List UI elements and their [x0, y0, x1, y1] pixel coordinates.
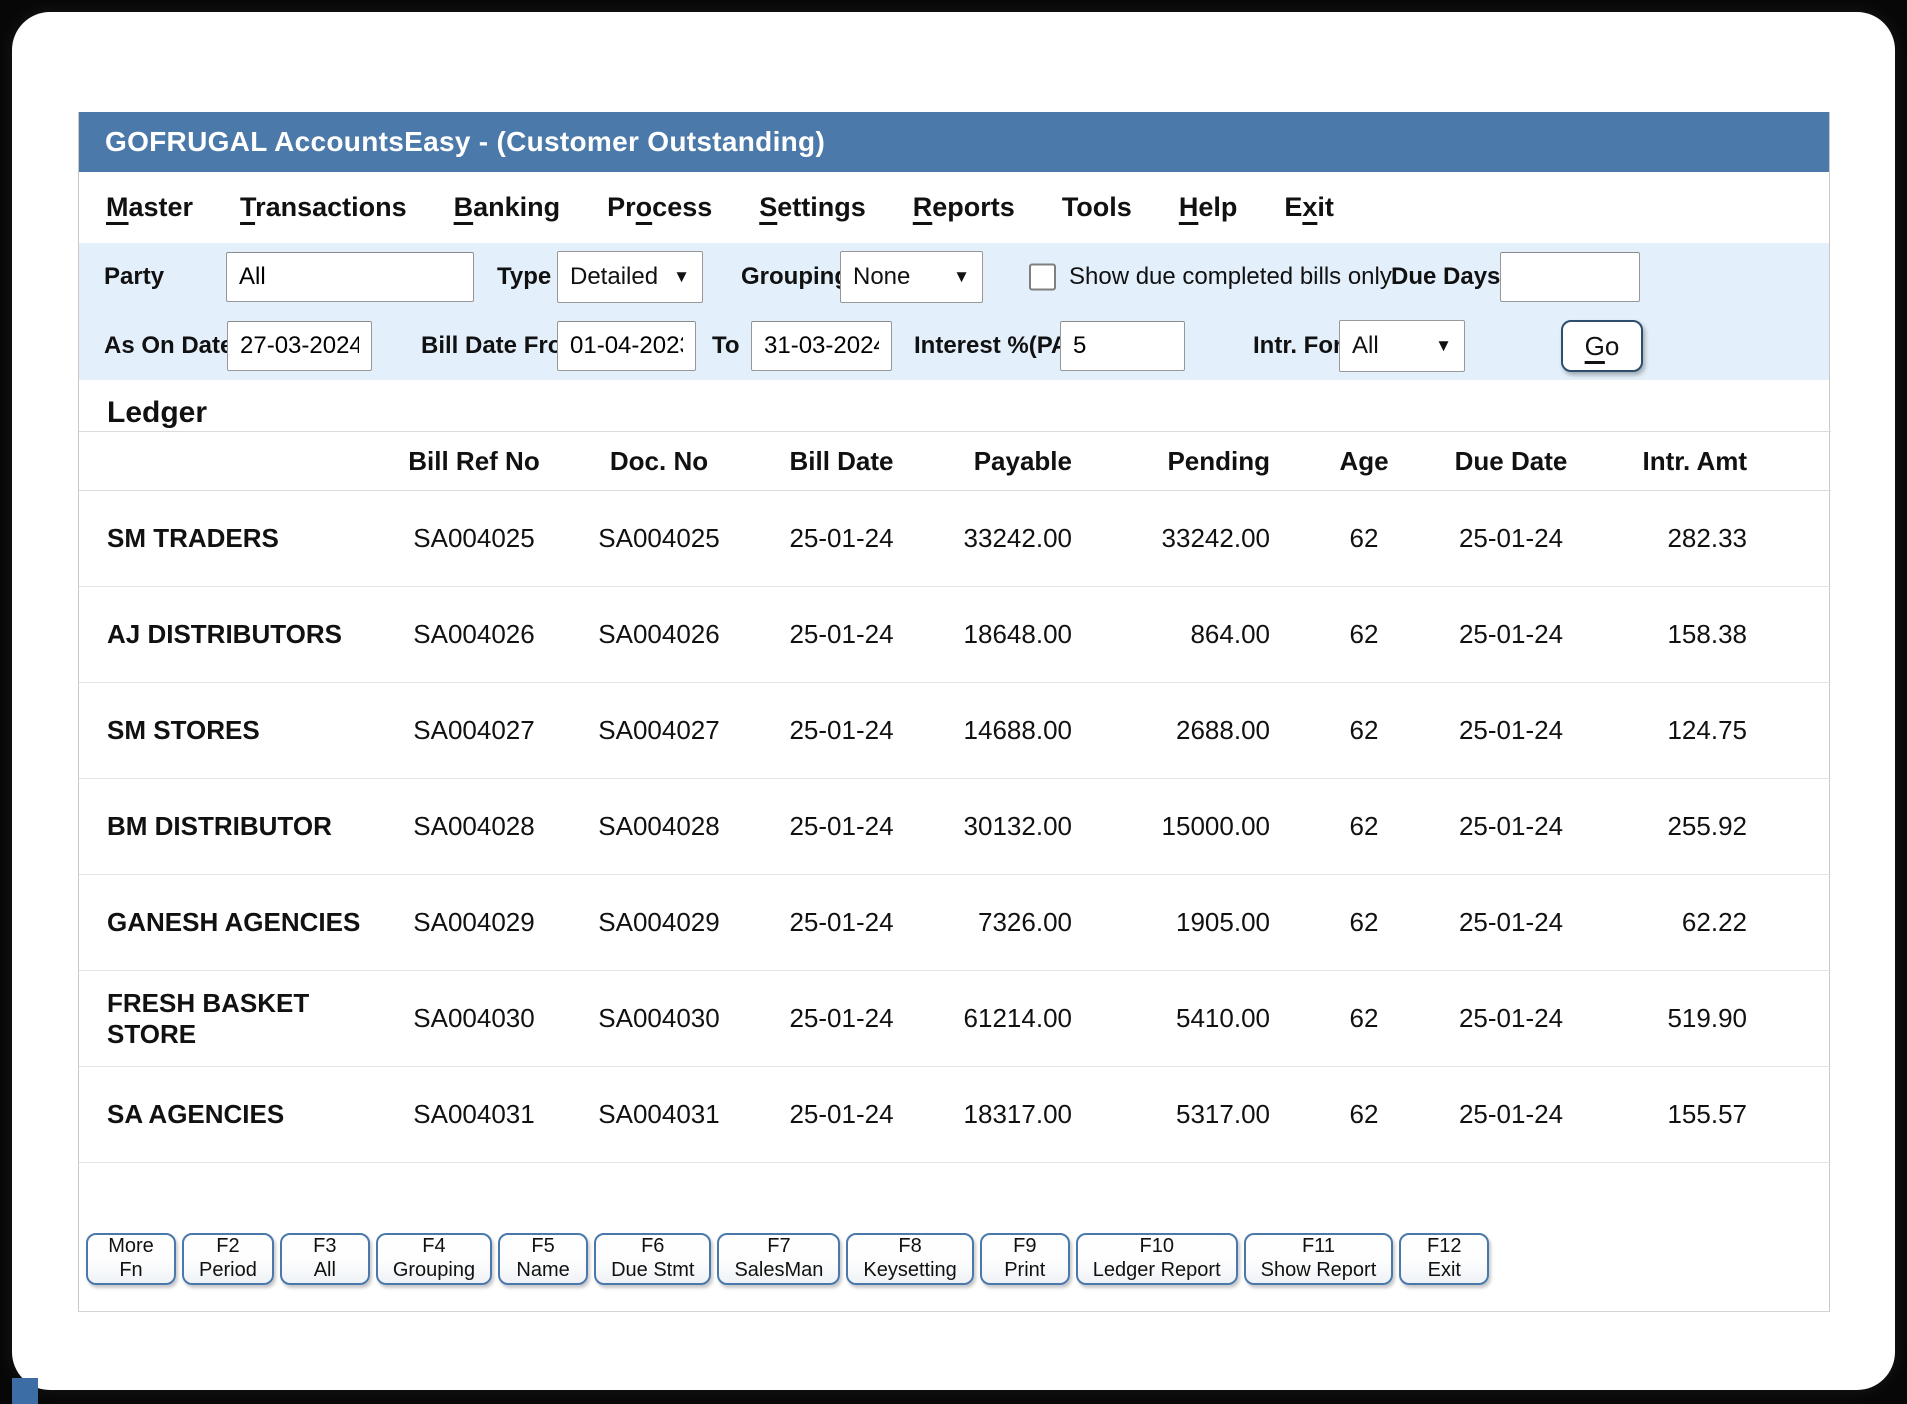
- fkey-f6-due-stmt[interactable]: F6Due Stmt: [594, 1233, 711, 1285]
- go-button[interactable]: Go: [1561, 320, 1643, 372]
- as-on-date-label: As On Date: [104, 332, 233, 360]
- fkey-f10-ledger-report[interactable]: F10Ledger Report: [1076, 1233, 1238, 1285]
- menu-item-process[interactable]: Process: [607, 192, 712, 223]
- as-on-date-input[interactable]: [227, 321, 372, 371]
- type-label: Type: [497, 263, 551, 291]
- fkey-f3-all[interactable]: F3All: [280, 1233, 370, 1285]
- menu-item-tools[interactable]: Tools: [1062, 192, 1132, 223]
- interest-label: Interest %(PA): [914, 332, 1076, 360]
- col-header-payable: Payable: [934, 432, 1090, 491]
- col-header-age: Age: [1288, 432, 1440, 491]
- fkey-f8-keysetting[interactable]: F8Keysetting: [846, 1233, 973, 1285]
- fkey-f4-grouping[interactable]: F4Grouping: [376, 1233, 492, 1285]
- corner-chip: [12, 1378, 38, 1404]
- col-header-doc-no: Doc. No: [569, 432, 749, 491]
- window-title: GOFRUGAL AccountsEasy - (Customer Outsta…: [105, 126, 825, 158]
- col-header-due-date: Due Date: [1440, 432, 1582, 491]
- fkey-f5-name[interactable]: F5Name: [498, 1233, 588, 1285]
- show-due-label: Show due completed bills only: [1069, 263, 1392, 291]
- screen-background: GOFRUGAL AccountsEasy - (Customer Outsta…: [0, 0, 1907, 1404]
- menu-item-banking[interactable]: Banking: [454, 192, 561, 223]
- grouping-label: Grouping: [741, 263, 849, 291]
- fkey-f12-exit[interactable]: F12Exit: [1399, 1233, 1489, 1285]
- filter-panel: Party Type Detailed ▼ Grouping None ▼ Sh…: [79, 243, 1829, 380]
- menu-item-master[interactable]: Master: [106, 192, 193, 223]
- col-header-pending: Pending: [1090, 432, 1288, 491]
- title-bar: GOFRUGAL AccountsEasy - (Customer Outsta…: [79, 112, 1829, 172]
- intr-for-select[interactable]: All ▼: [1339, 320, 1465, 372]
- table-row[interactable]: SA AGENCIES SA004031 SA004031 25-01-24 1…: [79, 1067, 1831, 1163]
- fkey-more-fn[interactable]: MoreFn: [86, 1233, 176, 1285]
- to-date-input[interactable]: [751, 321, 892, 371]
- fkey-f7-salesman[interactable]: F7SalesMan: [717, 1233, 840, 1285]
- table-row[interactable]: AJ DISTRIBUTORS SA004026 SA004026 25-01-…: [79, 587, 1831, 683]
- col-header-party: [79, 432, 379, 491]
- table-header-row: Bill Ref No Doc. No Bill Date Payable Pe…: [79, 432, 1831, 491]
- menu-item-exit[interactable]: Exit: [1284, 192, 1334, 223]
- col-header-bill-ref: Bill Ref No: [379, 432, 569, 491]
- interest-input[interactable]: [1060, 321, 1185, 371]
- show-due-checkbox[interactable]: [1029, 264, 1056, 291]
- app-window: GOFRUGAL AccountsEasy - (Customer Outsta…: [78, 112, 1830, 1312]
- fkey-f2-period[interactable]: F2Period: [182, 1233, 274, 1285]
- function-key-bar: MoreFn F2Period F3All F4Grouping F5Name …: [86, 1233, 1829, 1285]
- due-days-input[interactable]: [1500, 252, 1640, 302]
- col-header-bill-date: Bill Date: [749, 432, 934, 491]
- to-label: To: [712, 332, 740, 360]
- table-row[interactable]: BM DISTRIBUTOR SA004028 SA004028 25-01-2…: [79, 779, 1831, 875]
- grouping-select[interactable]: None ▼: [840, 251, 983, 303]
- menu-item-settings[interactable]: Settings: [759, 192, 866, 223]
- menu-item-reports[interactable]: Reports: [913, 192, 1015, 223]
- fkey-f9-print[interactable]: F9Print: [980, 1233, 1070, 1285]
- chevron-down-icon: ▼: [953, 267, 970, 287]
- type-select[interactable]: Detailed ▼: [557, 251, 703, 303]
- intr-for-label: Intr. For: [1253, 332, 1342, 360]
- table-row[interactable]: GANESH AGENCIES SA004029 SA004029 25-01-…: [79, 875, 1831, 971]
- table-row[interactable]: SM TRADERS SA004025 SA004025 25-01-24 33…: [79, 491, 1831, 587]
- chevron-down-icon: ▼: [673, 267, 690, 287]
- col-header-intr-amt: Intr. Amt: [1582, 432, 1831, 491]
- bill-date-from-input[interactable]: [557, 321, 696, 371]
- table-row[interactable]: FRESH BASKET STORE SA004030 SA004030 25-…: [79, 971, 1831, 1067]
- chevron-down-icon: ▼: [1435, 336, 1452, 356]
- party-label: Party: [104, 263, 164, 291]
- table-row[interactable]: SM STORES SA004027 SA004027 25-01-24 146…: [79, 683, 1831, 779]
- party-input[interactable]: [226, 252, 474, 302]
- fkey-f11-show-report[interactable]: F11Show Report: [1244, 1233, 1394, 1285]
- outstanding-table: Bill Ref No Doc. No Bill Date Payable Pe…: [79, 431, 1831, 1163]
- due-days-label: Due Days: [1391, 263, 1500, 291]
- menu-bar: Master Transactions Banking Process Sett…: [79, 172, 1829, 243]
- menu-item-transactions[interactable]: Transactions: [240, 192, 407, 223]
- section-title-ledger: Ledger: [79, 380, 1829, 431]
- menu-item-help[interactable]: Help: [1179, 192, 1238, 223]
